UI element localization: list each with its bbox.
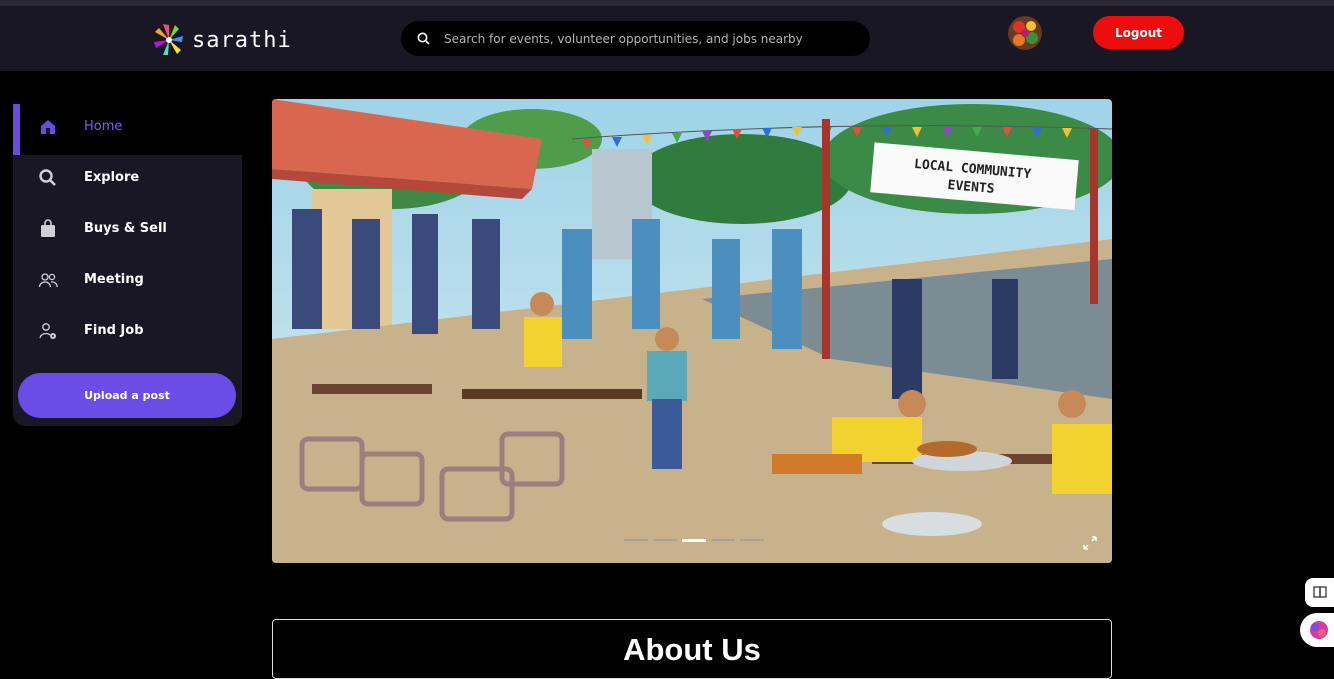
search-bar[interactable] (401, 21, 870, 56)
logo-text: sarathi (192, 27, 292, 53)
carousel-dot-active[interactable] (682, 539, 706, 542)
sidebar-item-label: Explore (84, 170, 140, 185)
top-navbar: sarathi Logout (0, 0, 1334, 71)
assistant-button[interactable] (1300, 613, 1334, 647)
sidebar-item-explore[interactable]: Explore (13, 155, 242, 206)
sidebar-item-home[interactable]: Home (13, 104, 242, 155)
sidebar-item-label: Meeting (84, 272, 144, 287)
sidebar-item-meeting[interactable]: Meeting (13, 257, 242, 308)
sidebar-item-label: Buys & Sell (84, 221, 167, 236)
about-us-title: About Us (623, 632, 761, 667)
carousel-indicators (624, 539, 764, 542)
carousel-dot[interactable] (711, 539, 735, 541)
sarathi-logo-icon (154, 24, 183, 55)
search-icon (39, 169, 56, 186)
sidebar-item-buys-sell[interactable]: Buys & Sell (13, 206, 242, 257)
carousel-dot[interactable] (653, 539, 677, 541)
about-us-section: About Us (272, 619, 1112, 679)
search-icon (417, 32, 430, 45)
sarathi-logo[interactable]: sarathi (150, 20, 292, 60)
search-input[interactable] (444, 31, 844, 46)
logout-button[interactable]: Logout (1093, 16, 1184, 49)
avatar-image (1008, 16, 1042, 50)
shopping-bag-icon (41, 219, 55, 237)
book-icon (1313, 586, 1327, 598)
sidebar-item-label: Home (84, 119, 123, 134)
sidebar: Home Explore Buys & Sell Meeting Find Jo… (13, 104, 242, 426)
user-gear-icon (39, 323, 56, 339)
upload-post-button[interactable]: Upload a post (18, 373, 236, 418)
avatar[interactable] (1008, 16, 1042, 50)
users-icon (38, 273, 58, 288)
carousel-dot[interactable] (740, 539, 764, 541)
brain-icon (1310, 621, 1328, 639)
home-icon (41, 120, 55, 134)
carousel-dot[interactable] (624, 539, 648, 541)
reader-mode-button[interactable] (1305, 578, 1334, 607)
sidebar-item-label: Find Job (84, 323, 144, 338)
carousel-slide-image[interactable]: LOCAL COMMUNITY EVENTS (272, 99, 1112, 563)
community-event-illustration: LOCAL COMMUNITY EVENTS (272, 99, 1112, 563)
expand-icon[interactable] (1083, 536, 1097, 550)
sidebar-item-find-job[interactable]: Find Job (13, 308, 242, 359)
